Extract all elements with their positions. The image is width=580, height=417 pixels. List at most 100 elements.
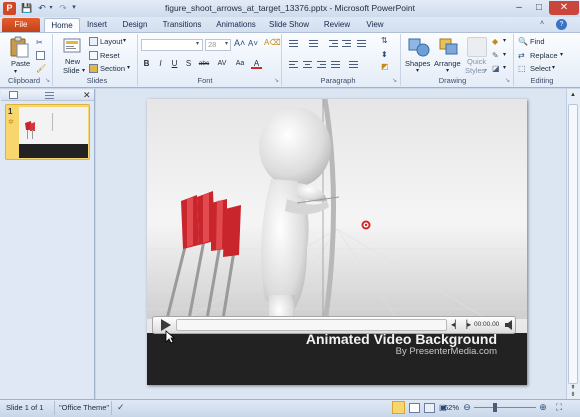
normal-view-icon[interactable] [392,401,405,414]
reading-view-icon[interactable] [424,403,435,413]
spell-check-icon[interactable]: ✓ [117,402,129,414]
tab-home[interactable]: Home [44,18,80,32]
layout-icon[interactable] [89,37,98,46]
shapes-icon[interactable] [408,37,430,57]
character-spacing-button[interactable]: AV [215,58,229,69]
tab-slide-show[interactable]: Slide Show [266,18,312,32]
line-spacing-icon[interactable] [356,38,367,48]
video-seek-bar[interactable] [176,319,447,331]
bold-button[interactable]: B [141,58,152,69]
columns-icon[interactable] [348,59,359,69]
select-dropdown-icon[interactable]: ▾ [552,64,555,71]
new-slide-label-2[interactable]: Slide [63,66,80,75]
paste-dropdown-icon[interactable]: ▾ [14,68,17,75]
replace-dropdown-icon[interactable]: ▾ [560,51,563,58]
new-slide-dropdown-icon[interactable]: ▾ [82,67,85,74]
find-button[interactable]: Find [530,37,545,46]
text-direction-icon[interactable]: ⇅ [381,36,391,48]
quick-styles-icon[interactable] [467,37,487,57]
arrange-icon[interactable] [438,37,460,57]
tab-insert[interactable]: Insert [82,18,112,32]
clear-formatting-icon[interactable]: A⌫ [264,38,281,49]
find-icon[interactable]: 🔍 [518,37,528,46]
numbering-icon[interactable] [308,38,319,48]
tab-animations[interactable]: Animations [213,18,259,32]
clipboard-launcher-icon[interactable]: ↘ [45,77,50,84]
paste-button[interactable]: Paste [11,59,30,68]
text-shadow-button[interactable]: S [183,58,194,69]
close-button[interactable]: ✕ [549,1,579,15]
minimize-button[interactable]: – [509,1,529,15]
zoom-slider-thumb[interactable] [493,403,497,412]
scroll-up-icon[interactable]: ▲ [568,92,578,102]
replace-icon[interactable]: ⇄ [518,51,527,60]
increase-indent-icon[interactable] [341,38,352,48]
font-color-button[interactable]: A [251,58,262,69]
drawing-launcher-icon[interactable]: ↘ [505,77,510,84]
cut-icon[interactable]: ✂ [36,38,45,47]
copy-icon[interactable] [36,51,45,60]
align-text-icon[interactable]: ⬍ [381,50,391,60]
shape-effects-dropdown-icon[interactable]: ▾ [503,64,506,71]
decrease-indent-icon[interactable] [328,38,339,48]
tab-view[interactable]: View [362,18,388,32]
scroll-thumb[interactable] [568,104,578,384]
zoom-out-icon[interactable]: ⊖ [462,402,472,412]
zoom-level[interactable]: 62% [443,399,459,417]
section-button[interactable]: Section [100,64,125,73]
font-size-dropdown-icon[interactable]: ▾ [225,40,228,47]
paste-icon[interactable] [8,36,30,58]
zoom-in-icon[interactable]: ⊕ [538,402,548,412]
replace-button[interactable]: Replace [530,51,558,60]
grow-font-icon[interactable]: A˄ [234,38,245,48]
zoom-slider-track[interactable] [474,407,536,408]
shape-outline-icon[interactable]: ✎ [492,51,501,60]
reset-icon[interactable] [89,51,98,60]
font-name-dropdown-icon[interactable]: ▾ [196,40,199,47]
help-icon[interactable]: ? [556,19,567,30]
smartart-icon[interactable]: ◩ [381,62,391,72]
bullets-icon[interactable] [288,38,299,48]
quick-styles-label[interactable]: Quick [467,57,486,66]
close-pane-icon[interactable]: ✕ [83,90,92,100]
reset-button[interactable]: Reset [100,51,120,60]
layout-button[interactable]: Layout [100,37,123,46]
layout-dropdown-icon[interactable]: ▾ [123,37,126,44]
justify-icon[interactable] [330,59,341,69]
tab-review[interactable]: Review [320,18,354,32]
align-right-icon[interactable] [316,59,327,69]
shapes-dropdown-icon[interactable]: ▾ [416,67,419,74]
shrink-font-icon[interactable]: A˅ [248,39,258,48]
underline-button[interactable]: U [169,58,180,69]
font-name-combo[interactable] [141,39,203,51]
scroll-prev-slide-icon[interactable]: ⇞ [568,384,578,391]
change-case-button[interactable]: Aa [233,58,247,69]
slides-tab-icon[interactable] [9,91,18,99]
section-dropdown-icon[interactable]: ▾ [127,64,130,71]
tab-transitions[interactable]: Transitions [160,18,204,32]
format-painter-icon[interactable]: 🖌 [36,64,46,73]
new-slide-icon[interactable] [62,36,82,56]
tab-design[interactable]: Design [118,18,152,32]
slide-sorter-view-icon[interactable] [409,403,420,413]
new-slide-label[interactable]: New [65,57,80,66]
tab-file[interactable]: File [2,18,40,32]
quick-styles-dropdown-icon[interactable]: ▾ [484,67,487,74]
arrange-dropdown-icon[interactable]: ▾ [446,67,449,74]
strikethrough-button[interactable]: abc [196,58,212,69]
quick-styles-label-2[interactable]: Styles [465,66,485,75]
maximize-button[interactable]: □ [529,1,549,15]
seek-back-icon[interactable]: ◂▏ [451,320,461,330]
select-button[interactable]: Select [530,64,551,73]
align-left-icon[interactable] [288,59,299,69]
section-icon[interactable] [89,64,98,73]
scroll-next-slide-icon[interactable]: ⇟ [568,391,578,398]
italic-button[interactable]: I [155,58,166,69]
fit-to-window-icon[interactable]: ⛶ [553,401,565,413]
minimize-ribbon-icon[interactable]: ˄ [540,20,549,29]
align-center-icon[interactable] [302,59,313,69]
seek-forward-icon[interactable]: ▕▸ [461,320,471,330]
shape-effects-icon[interactable]: ◪ [492,64,501,73]
select-icon[interactable]: ⬚ [518,64,527,73]
shape-fill-icon[interactable]: ◆ [492,37,501,46]
